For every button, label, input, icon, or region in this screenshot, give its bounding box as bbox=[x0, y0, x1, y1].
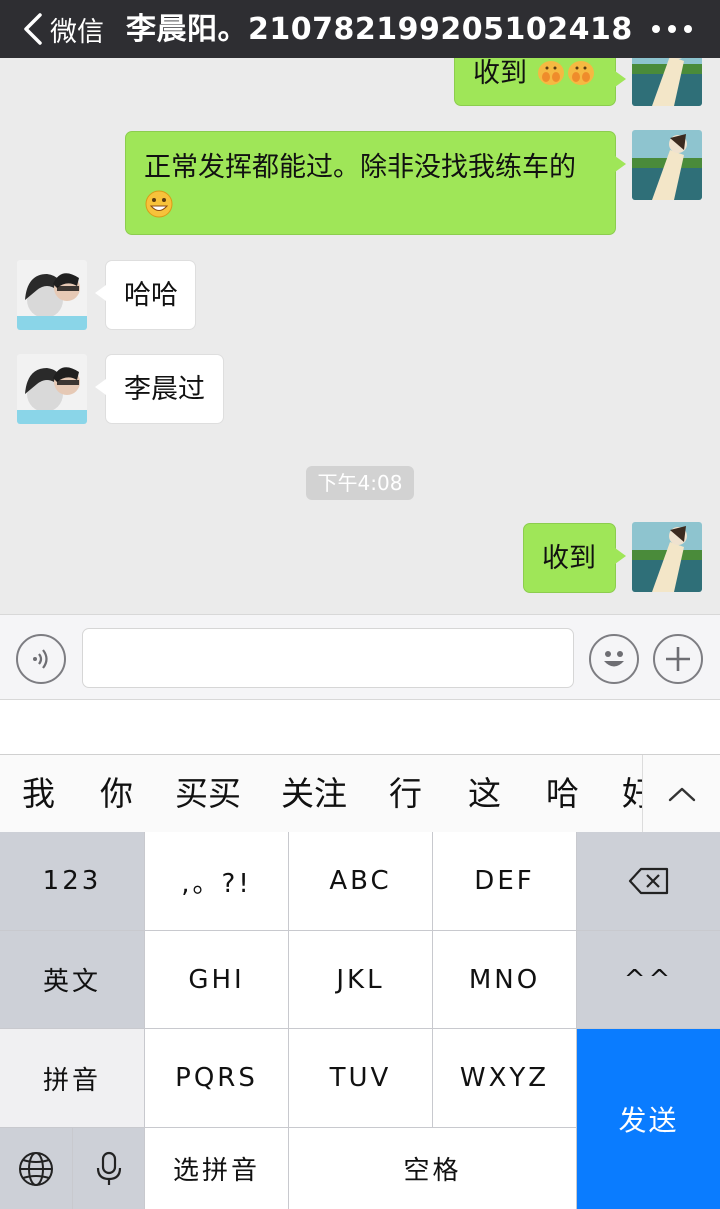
key-pqrs[interactable]: PQRS bbox=[145, 1029, 288, 1127]
keyboard: 123 ,。?! ABC DEF 英文 GHI JKL MNO ^^ 拼音 PQ… bbox=[0, 832, 720, 1209]
my-avatar[interactable] bbox=[632, 522, 702, 592]
candidate-word[interactable]: 你 bbox=[100, 755, 133, 833]
keyboard-top-strip bbox=[0, 700, 720, 754]
candidate-word[interactable]: 我 bbox=[22, 755, 55, 833]
input-bar bbox=[0, 614, 720, 700]
candidate-word[interactable]: 这 bbox=[468, 755, 501, 833]
key-english[interactable]: 英文 bbox=[0, 931, 144, 1028]
message-bubble-out[interactable]: 正常发挥都能过。除非没找我练车的 bbox=[125, 131, 626, 235]
contact-avatar[interactable] bbox=[17, 260, 87, 330]
message-input[interactable] bbox=[82, 628, 574, 688]
emoji-icon[interactable] bbox=[589, 634, 639, 684]
key-abc[interactable]: ABC bbox=[289, 832, 432, 930]
more-dots-icon[interactable] bbox=[652, 14, 692, 44]
key-select-pinyin[interactable]: 选拼音 bbox=[145, 1128, 288, 1209]
back-button[interactable]: 微信 bbox=[18, 6, 104, 52]
candidate-word[interactable]: 关注 bbox=[281, 755, 347, 833]
plus-icon[interactable] bbox=[653, 634, 703, 684]
voice-icon[interactable] bbox=[16, 634, 66, 684]
message-text: 正常发挥都能过。除非没找我练车的 bbox=[144, 152, 576, 183]
back-label: 微信 bbox=[50, 16, 104, 48]
key-tuv[interactable]: TUV bbox=[289, 1029, 432, 1127]
message-bubble-out[interactable]: 收到 bbox=[454, 58, 626, 106]
backspace-key[interactable] bbox=[577, 832, 720, 930]
backspace-icon bbox=[628, 867, 668, 895]
key-jkl[interactable]: JKL bbox=[289, 931, 432, 1028]
message-text: 李晨过 bbox=[124, 374, 205, 405]
candidate-word[interactable]: 哈 bbox=[546, 755, 579, 833]
chat-area[interactable]: 收到 正常发挥都能过。除非没找我练车的 哈哈 李晨过 下午4:08 收到 bbox=[0, 58, 720, 614]
message-text: 哈哈 bbox=[124, 280, 178, 311]
candidate-clip: 好 bbox=[620, 755, 642, 833]
candidate-bar: 我 你 买买 关注 行 这 哈 好 bbox=[0, 754, 720, 833]
key-pinyin[interactable]: 拼音 bbox=[0, 1029, 144, 1127]
key-123[interactable]: 123 bbox=[0, 832, 144, 930]
message-bubble-in[interactable]: 哈哈 bbox=[95, 260, 196, 330]
chat-title: 李晨阳。210782199205102418 bbox=[126, 12, 633, 47]
message-text: 收到 bbox=[473, 58, 527, 89]
candidate-word[interactable]: 好 bbox=[622, 755, 642, 833]
message-text: 收到 bbox=[542, 543, 596, 574]
grin-emoji-icon bbox=[145, 190, 173, 218]
space-key[interactable]: 空格 bbox=[289, 1128, 576, 1209]
key-wxyz[interactable]: WXYZ bbox=[433, 1029, 576, 1127]
key-emoticon[interactable]: ^^ bbox=[577, 931, 720, 1028]
key-ghi[interactable]: GHI bbox=[145, 931, 288, 1028]
hands-emoji-icon bbox=[537, 61, 564, 85]
my-avatar[interactable] bbox=[632, 58, 702, 106]
globe-key[interactable] bbox=[0, 1128, 72, 1209]
message-bubble-out[interactable]: 收到 bbox=[523, 523, 626, 593]
chevron-up-icon[interactable] bbox=[642, 755, 720, 833]
send-button[interactable]: 发送 bbox=[577, 1029, 720, 1209]
candidate-word[interactable]: 买买 bbox=[175, 755, 241, 833]
wechat-chat-screen: 微信 李晨阳。210782199205102418 收到 正常发挥都能过。除非没… bbox=[0, 0, 720, 1209]
microphone-icon bbox=[96, 1151, 121, 1185]
timestamp-badge: 下午4:08 bbox=[306, 466, 414, 500]
key-def[interactable]: DEF bbox=[433, 832, 576, 930]
globe-icon bbox=[19, 1151, 53, 1186]
hands-emoji-icon bbox=[567, 61, 594, 85]
message-bubble-in[interactable]: 李晨过 bbox=[95, 354, 224, 424]
my-avatar[interactable] bbox=[632, 130, 702, 200]
mic-key[interactable] bbox=[73, 1128, 144, 1209]
contact-avatar[interactable] bbox=[17, 354, 87, 424]
candidate-word[interactable]: 行 bbox=[389, 755, 422, 833]
chevron-left-icon bbox=[24, 13, 42, 45]
key-mno[interactable]: MNO bbox=[433, 931, 576, 1028]
nav-bar: 微信 李晨阳。210782199205102418 bbox=[0, 0, 720, 58]
key-punctuation[interactable]: ,。?! bbox=[145, 832, 288, 930]
